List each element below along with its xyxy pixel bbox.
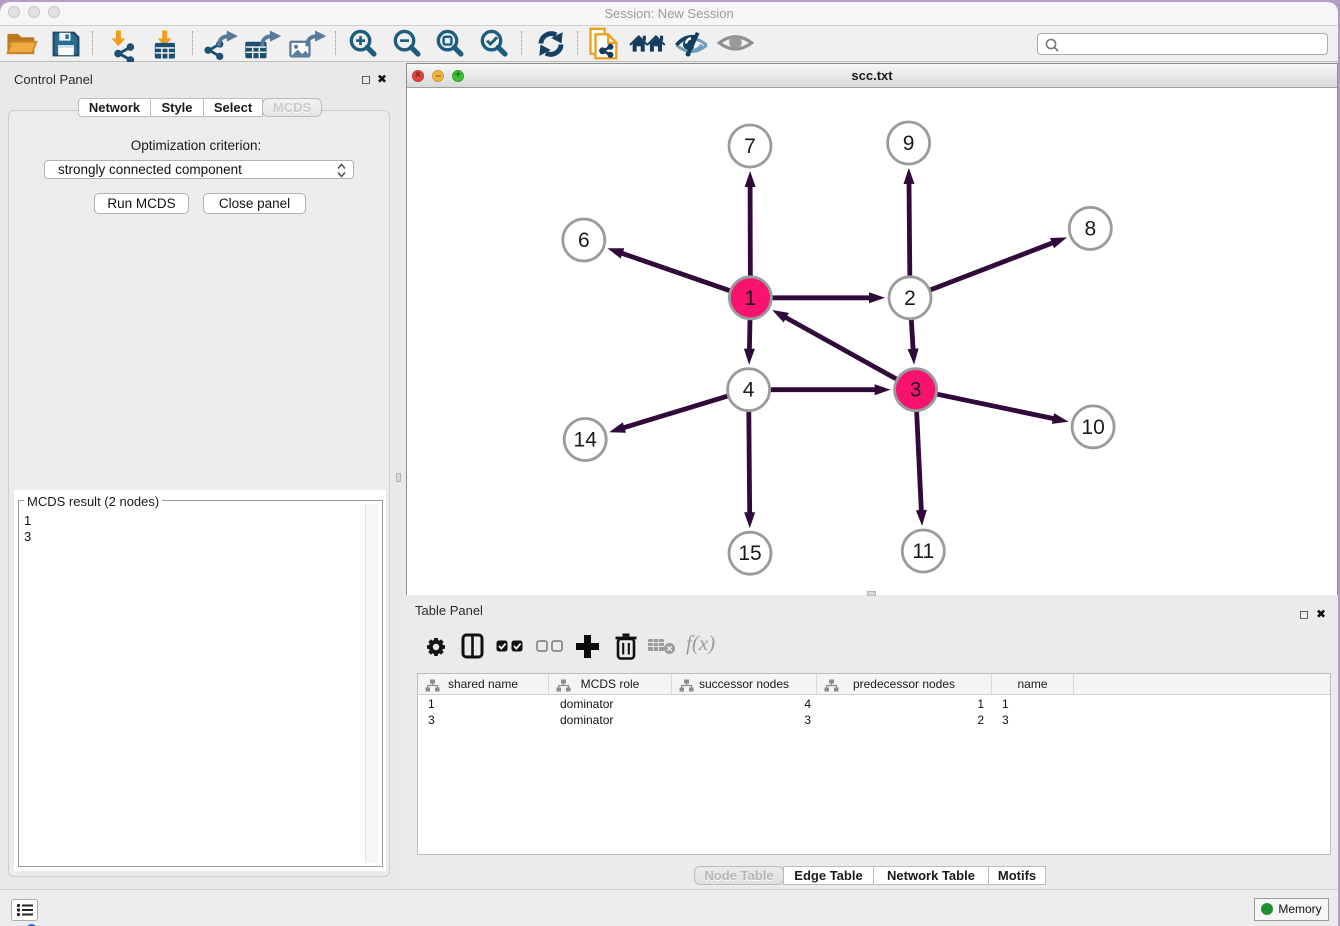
svg-text:11: 11 [912, 540, 934, 563]
svg-text:4: 4 [743, 379, 755, 402]
svg-text:3: 3 [910, 379, 922, 402]
svg-text:2: 2 [904, 287, 916, 310]
svg-text:14: 14 [574, 429, 598, 452]
svg-text:6: 6 [578, 229, 590, 252]
svg-text:8: 8 [1084, 217, 1096, 240]
svg-text:15: 15 [738, 542, 761, 565]
svg-text:9: 9 [903, 132, 915, 155]
svg-text:1: 1 [745, 287, 757, 310]
svg-text:7: 7 [744, 135, 756, 158]
svg-text:10: 10 [1081, 416, 1104, 439]
